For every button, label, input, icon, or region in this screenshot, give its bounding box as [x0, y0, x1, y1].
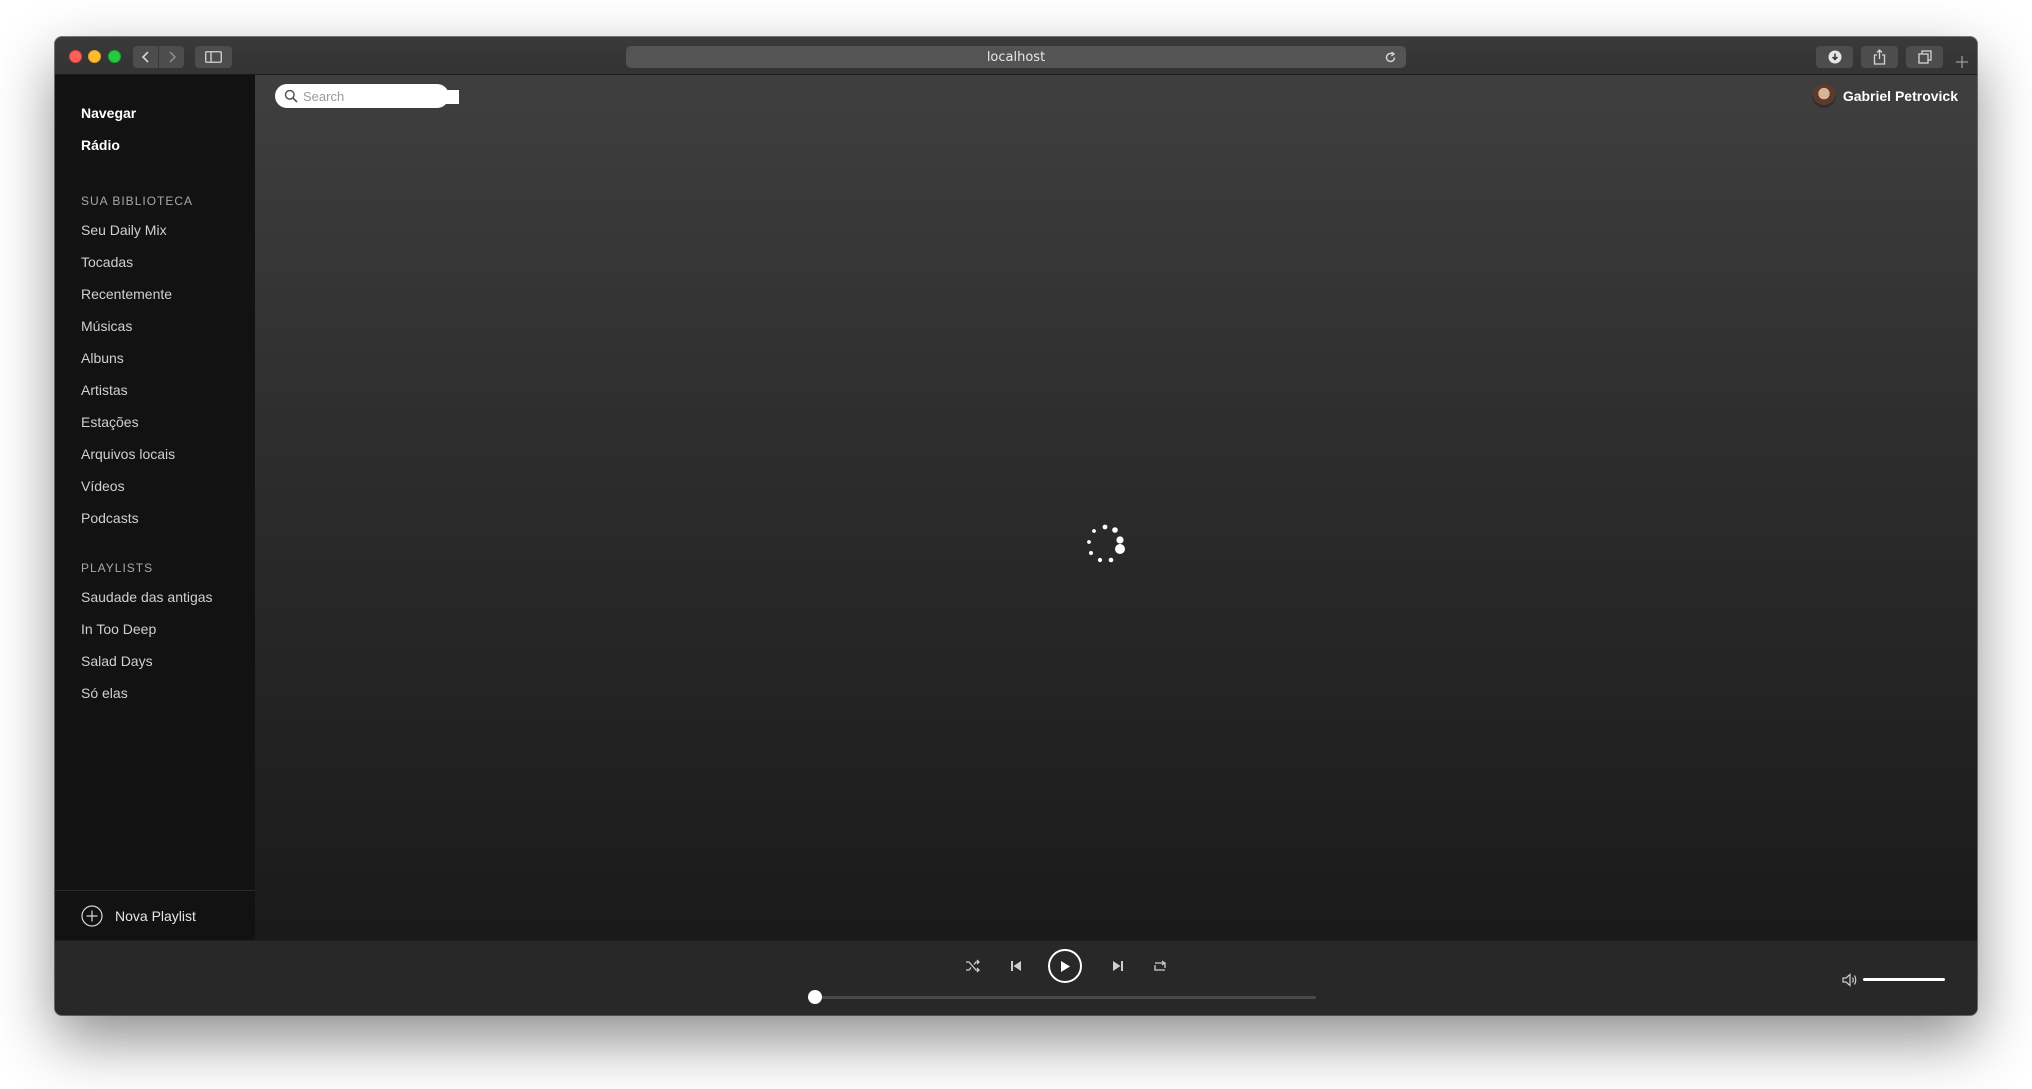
- url-text: localhost: [986, 49, 1046, 65]
- skip-next-icon: [1113, 961, 1123, 971]
- main-content: Gabriel Petrovick: [255, 75, 1977, 940]
- library-item-musicas[interactable]: Músicas: [81, 317, 175, 349]
- previous-button[interactable]: [1005, 955, 1027, 977]
- browser-toolbar: localhost: [55, 37, 1977, 75]
- forward-button[interactable]: [159, 46, 184, 68]
- library-list: Seu Daily Mix Tocadas Recentemente Músic…: [81, 221, 175, 541]
- shuffle-icon: [966, 959, 980, 973]
- share-icon: [1873, 49, 1886, 65]
- play-icon: [1061, 960, 1070, 972]
- sidebar: Navegar Rádio SUA BIBLIOTECA Seu Daily M…: [55, 75, 255, 940]
- playlists-section-title: PLAYLISTS: [81, 561, 154, 575]
- repeat-button[interactable]: [1149, 955, 1171, 977]
- shuffle-button[interactable]: [962, 955, 984, 977]
- downloads-button[interactable]: [1816, 46, 1853, 68]
- user-name: Gabriel Petrovick: [1842, 88, 1958, 104]
- browser-window: localhost Navegar Rádio SUA BIBLIOTECA S…: [55, 37, 1977, 1015]
- new-playlist-label: Nova Playlist: [115, 907, 196, 924]
- nav-item-navegar[interactable]: Navegar: [81, 104, 136, 136]
- chevron-left-icon: [141, 51, 149, 63]
- library-item-daily-mix[interactable]: Seu Daily Mix: [81, 221, 175, 253]
- address-bar[interactable]: localhost: [626, 46, 1406, 68]
- volume-slider[interactable]: [1863, 978, 1945, 981]
- library-item-albuns[interactable]: Albuns: [81, 349, 175, 381]
- player-bar: [55, 940, 1977, 1015]
- window-minimize-button[interactable]: [88, 50, 101, 63]
- playlist-item[interactable]: In Too Deep: [81, 620, 213, 652]
- chevron-right-icon: [168, 51, 176, 63]
- show-sidebar-button[interactable]: [195, 46, 232, 68]
- search-input[interactable]: [303, 88, 433, 104]
- library-item-videos[interactable]: Vídeos: [81, 477, 175, 509]
- music-app: Navegar Rádio SUA BIBLIOTECA Seu Daily M…: [55, 75, 1977, 1015]
- playlist-item[interactable]: Saudade das antigas: [81, 588, 213, 620]
- reload-button[interactable]: [1382, 49, 1398, 65]
- sidebar-icon: [205, 51, 222, 63]
- tabs-icon: [1917, 50, 1932, 64]
- skip-previous-icon: [1011, 961, 1021, 971]
- plus-circle-icon: [81, 904, 103, 927]
- user-menu[interactable]: Gabriel Petrovick: [1811, 84, 1958, 108]
- reload-icon: [1385, 50, 1395, 62]
- search-box-tail: [442, 90, 459, 104]
- playlist-item[interactable]: Salad Days: [81, 652, 213, 684]
- playlist-list: Saudade das antigas In Too Deep Salad Da…: [81, 588, 213, 716]
- library-section-title: SUA BIBLIOTECA: [81, 194, 194, 208]
- library-item-podcasts[interactable]: Podcasts: [81, 509, 175, 541]
- library-item-arquivos-locais[interactable]: Arquivos locais: [81, 445, 175, 477]
- volume-icon[interactable]: [1841, 971, 1859, 989]
- download-icon: [1828, 50, 1841, 64]
- new-tab-button[interactable]: [1951, 51, 1973, 73]
- share-button[interactable]: [1861, 46, 1898, 68]
- library-item-tocadas[interactable]: Tocadas: [81, 253, 175, 285]
- avatar: [1811, 84, 1836, 108]
- show-tabs-button[interactable]: [1906, 46, 1943, 68]
- search-icon: [284, 89, 298, 103]
- play-button[interactable]: [1048, 949, 1082, 983]
- repeat-icon: [1154, 960, 1166, 971]
- progress-handle[interactable]: [808, 990, 822, 1004]
- new-playlist-button[interactable]: Nova Playlist: [55, 890, 255, 940]
- progress-bar[interactable]: [814, 996, 1316, 999]
- library-item-recentemente[interactable]: Recentemente: [81, 285, 175, 317]
- back-button[interactable]: [133, 46, 158, 68]
- next-button[interactable]: [1107, 955, 1129, 977]
- window-maximize-button[interactable]: [108, 50, 121, 63]
- main-nav: Navegar Rádio: [81, 104, 136, 168]
- library-item-estacoes[interactable]: Estações: [81, 413, 175, 445]
- window-close-button[interactable]: [69, 50, 82, 63]
- library-item-artistas[interactable]: Artistas: [81, 381, 175, 413]
- plus-icon: [1956, 56, 1968, 68]
- nav-item-radio[interactable]: Rádio: [81, 136, 136, 168]
- loading-spinner-icon: [1087, 524, 1125, 563]
- playlist-item[interactable]: Só elas: [81, 684, 213, 716]
- search-box[interactable]: [275, 84, 449, 108]
